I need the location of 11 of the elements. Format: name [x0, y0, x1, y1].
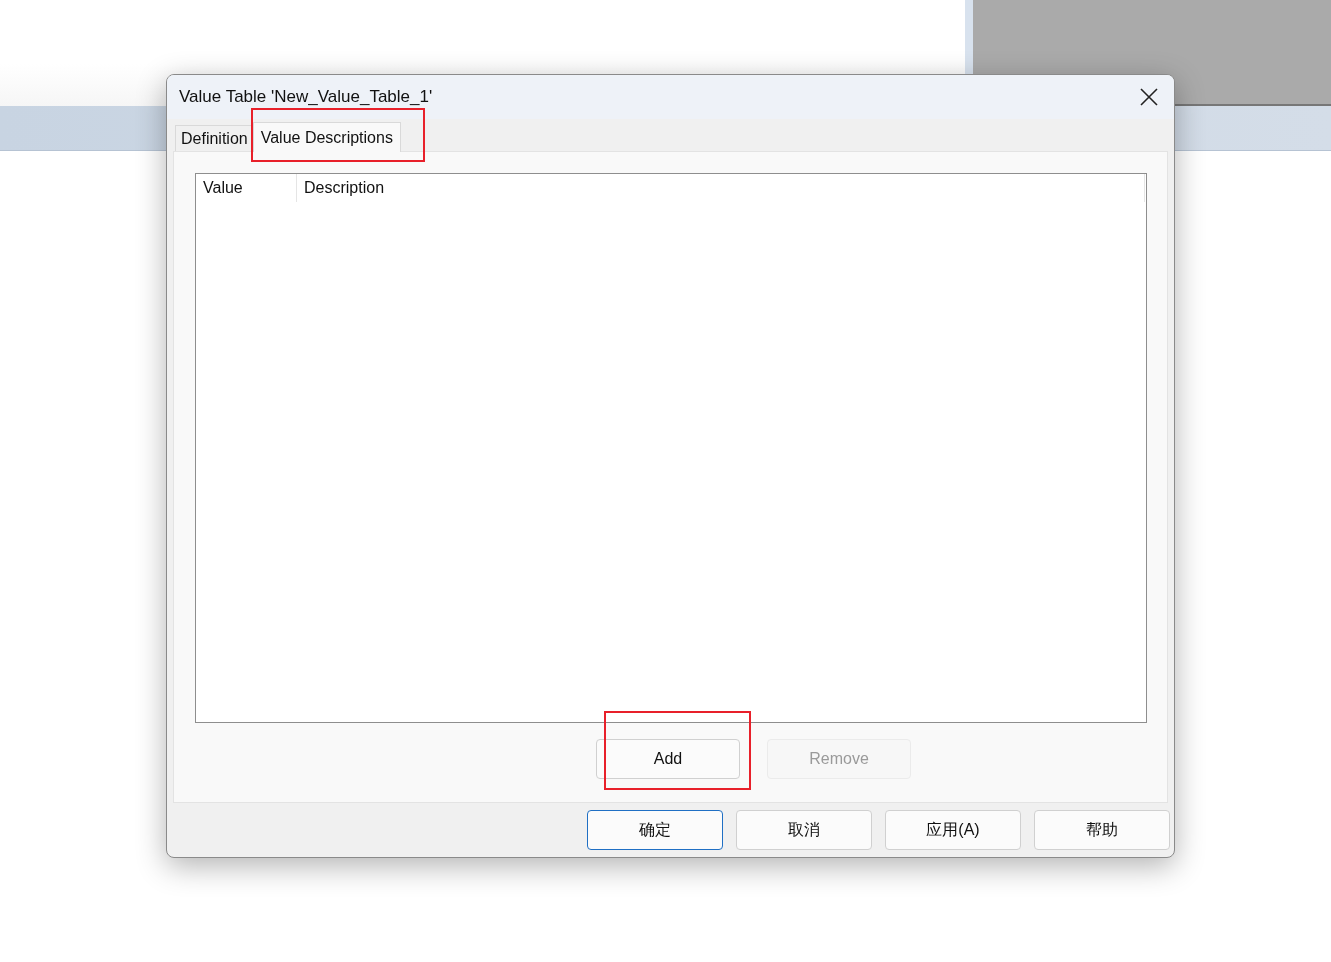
add-button[interactable]: Add	[596, 739, 740, 779]
tab[interactable]: Value Descriptions	[252, 122, 401, 152]
dialog-button[interactable]: 帮助	[1034, 810, 1170, 850]
column-header[interactable]: Description	[297, 174, 1145, 202]
window-title: Value Table 'New_Value_Table_1'	[179, 87, 433, 107]
dialog-button[interactable]: 确定	[587, 810, 723, 850]
tab[interactable]: Definition	[175, 125, 254, 151]
dialog-button[interactable]: 应用(A)	[885, 810, 1021, 850]
dialog-button[interactable]: 取消	[736, 810, 872, 850]
close-icon[interactable]	[1140, 88, 1158, 106]
column-header[interactable]: Value	[196, 174, 297, 202]
